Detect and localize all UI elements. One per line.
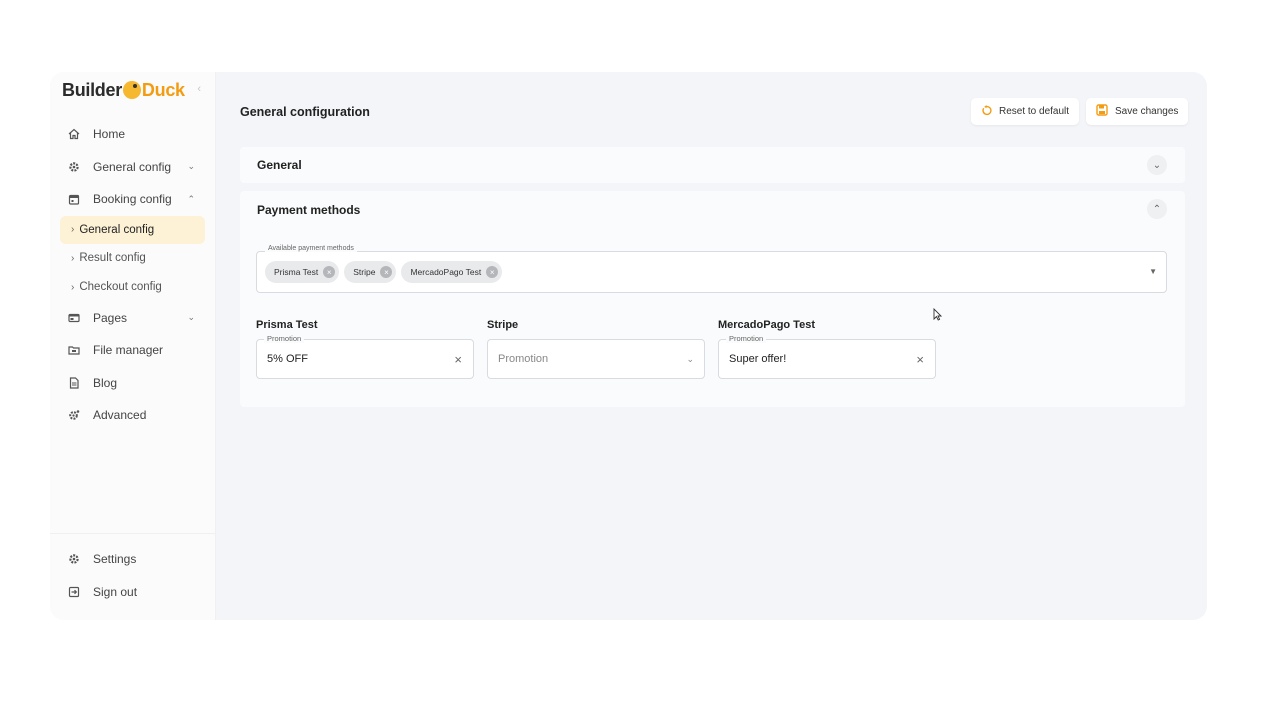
- clear-icon[interactable]: ×: [916, 352, 924, 367]
- payment-method-chips: Prisma Test × Stripe × MercadoPago Test …: [265, 261, 503, 283]
- sidebar: Builder Duck ‹ Home General config ⌄ Boo…: [50, 72, 216, 620]
- sidebar-item-booking-config[interactable]: Booking config ⌃: [50, 183, 215, 216]
- gear-icon: [67, 553, 80, 566]
- save-changes-button[interactable]: Save changes: [1086, 98, 1189, 125]
- logo[interactable]: Builder Duck ‹: [50, 72, 215, 108]
- reset-icon: [981, 104, 992, 119]
- promotion-placeholder: Promotion: [498, 353, 549, 365]
- sidebar-subitem-general-config[interactable]: › General config: [60, 215, 205, 244]
- sidebar-menu: Home General config ⌄ Booking config ⌃ ›…: [50, 118, 215, 432]
- sidebar-item-label: Home: [93, 127, 126, 142]
- calendar-icon: [67, 193, 80, 206]
- promotion-field-prisma[interactable]: Promotion 5% OFF ×: [256, 334, 474, 379]
- payment-method-name: Stripe: [487, 319, 519, 331]
- chevron-down-icon[interactable]: ⌄: [686, 354, 694, 365]
- payment-method-mercadopago: MercadoPago Test Promotion Super offer! …: [718, 319, 936, 379]
- payment-panel-title: Payment methods: [257, 203, 361, 217]
- chevron-right-icon: ›: [71, 252, 75, 264]
- chevron-right-icon: ›: [71, 281, 75, 293]
- sidebar-item-label: Booking config: [93, 192, 172, 207]
- reset-button-label: Reset to default: [999, 106, 1070, 117]
- remove-chip-icon[interactable]: ×: [323, 266, 336, 278]
- chevron-down-icon: ⌄: [187, 161, 195, 172]
- sidebar-item-label: General config: [93, 159, 172, 174]
- sidebar-item-settings[interactable]: Settings: [50, 543, 215, 576]
- chevron-up-icon[interactable]: ⌃: [1147, 199, 1167, 219]
- reset-to-default-button[interactable]: Reset to default: [971, 98, 1080, 125]
- chevron-down-icon: ⌄: [187, 312, 195, 323]
- chip-stripe: Stripe ×: [344, 261, 397, 283]
- main-content: General configuration Reset to default S…: [216, 72, 1207, 620]
- sidebar-bottom-menu: Settings Sign out: [50, 533, 215, 608]
- pages-icon: [67, 311, 80, 324]
- general-panel-title: General: [257, 158, 302, 172]
- sidebar-subitem-label: Result config: [79, 252, 146, 264]
- chip-label: Prisma Test: [274, 267, 319, 277]
- promotion-field-stripe[interactable]: Promotion ⌄: [487, 339, 705, 379]
- chip-label: Stripe: [353, 267, 376, 277]
- sidebar-item-home[interactable]: Home: [50, 118, 215, 151]
- sidebar-item-advanced[interactable]: Advanced: [50, 399, 215, 432]
- sidebar-subitem-label: Checkout config: [79, 281, 162, 293]
- chip-label: MercadoPago Test: [410, 267, 482, 277]
- chevron-down-icon[interactable]: ⌄: [1147, 155, 1167, 175]
- sidebar-item-blog[interactable]: Blog: [50, 367, 215, 400]
- sidebar-item-label: Blog: [93, 375, 118, 390]
- sidebar-item-label: Sign out: [93, 584, 138, 599]
- app-window: Builder Duck ‹ Home General config ⌄ Boo…: [50, 72, 1207, 620]
- chevron-up-icon: ⌃: [187, 193, 195, 204]
- payment-methods-panel: Payment methods ⌃ Available payment meth…: [240, 191, 1185, 407]
- available-payment-methods-select[interactable]: Available payment methods Prisma Test × …: [256, 245, 1167, 293]
- chip-mercadopago-test: MercadoPago Test ×: [401, 261, 503, 283]
- payment-method-prisma: Prisma Test Promotion 5% OFF ×: [256, 319, 474, 379]
- sidebar-subitem-label: General config: [79, 223, 155, 236]
- save-icon: [1096, 104, 1108, 119]
- promotion-value: Super offer!: [729, 353, 787, 365]
- sign-out-icon: [67, 585, 80, 598]
- remove-chip-icon[interactable]: ×: [486, 266, 499, 278]
- payment-method-stripe: Stripe Promotion ⌄: [487, 319, 705, 379]
- clear-icon[interactable]: ×: [454, 352, 462, 367]
- promotion-value: 5% OFF: [267, 353, 308, 365]
- available-payment-methods-label: Available payment methods: [265, 245, 357, 252]
- home-icon: [67, 128, 80, 141]
- logo-text-duck: Duck: [141, 79, 185, 100]
- payment-method-name: Prisma Test: [256, 319, 318, 331]
- chevron-right-icon: ›: [71, 224, 75, 235]
- promotion-label: Promotion: [726, 334, 767, 343]
- sidebar-item-label: Settings: [93, 552, 137, 567]
- logo-text-builder: Builder: [62, 79, 122, 100]
- page-title: General configuration: [240, 105, 370, 119]
- sidebar-item-label: Advanced: [93, 408, 147, 423]
- sidebar-subitem-checkout-config[interactable]: › Checkout config: [50, 273, 215, 302]
- chip-prisma-test: Prisma Test ×: [265, 261, 340, 283]
- folder-icon: [67, 344, 80, 357]
- sidebar-item-pages[interactable]: Pages ⌄: [50, 302, 215, 335]
- promotion-field-mercadopago[interactable]: Promotion Super offer! ×: [718, 334, 936, 379]
- sidebar-item-sign-out[interactable]: Sign out: [50, 576, 215, 609]
- duck-logo-icon: [122, 80, 141, 99]
- dropdown-arrow-icon[interactable]: ▼: [1149, 267, 1157, 276]
- sidebar-subitem-result-config[interactable]: › Result config: [50, 244, 215, 273]
- collapse-sidebar-icon[interactable]: ‹: [197, 83, 201, 95]
- sidebar-item-label: Pages: [93, 310, 128, 325]
- payment-method-name: MercadoPago Test: [718, 319, 815, 331]
- sidebar-item-label: File manager: [93, 343, 164, 358]
- gear-icon: [67, 160, 80, 173]
- promotion-label: Promotion: [264, 334, 305, 343]
- sidebar-item-general-config[interactable]: General config ⌄: [50, 151, 215, 184]
- save-button-label: Save changes: [1115, 106, 1179, 117]
- document-icon: [67, 376, 80, 389]
- advanced-gear-icon: [67, 409, 80, 422]
- general-panel[interactable]: General ⌄: [240, 147, 1185, 183]
- remove-chip-icon[interactable]: ×: [380, 266, 393, 278]
- sidebar-item-file-manager[interactable]: File manager: [50, 334, 215, 367]
